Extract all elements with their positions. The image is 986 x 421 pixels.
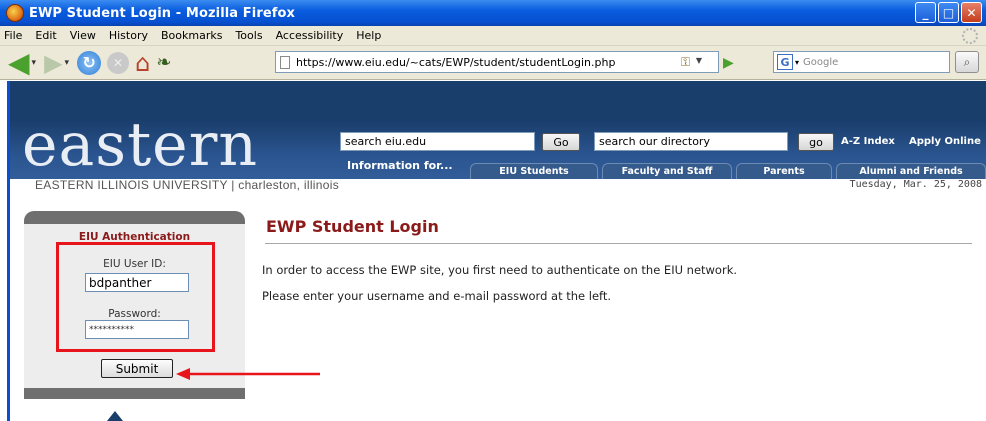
google-engine-icon[interactable]: G [777,54,793,70]
highlight-box [56,242,215,352]
menu-history[interactable]: History [109,29,148,42]
menu-bar: File Edit View History Bookmarks Tools A… [0,26,986,46]
apply-online-link[interactable]: Apply Online [909,136,981,147]
go-arrow-icon[interactable]: ▶ [723,55,734,71]
page-title: EWP Student Login [266,217,439,236]
stop-icon[interactable]: ✕ [107,51,130,74]
menu-tools[interactable]: Tools [235,29,262,42]
scroll-up-triangle-icon[interactable] [107,411,123,421]
tab-parents[interactable]: Parents [736,163,832,179]
menu-view[interactable]: View [70,29,96,42]
forward-arrow-icon[interactable]: ▶ [44,49,62,77]
menu-file[interactable]: File [4,29,22,42]
instruction-line-1: In order to access the EWP site, you fir… [262,263,738,277]
tab-eiu-students[interactable]: EIU Students [470,163,598,179]
university-line: EASTERN ILLINOIS UNIVERSITY | charleston… [35,178,339,192]
tab-alumni-friends[interactable]: Alumni and Friends [836,163,986,179]
maximize-button[interactable]: □ [938,2,959,23]
search-directory-input[interactable]: search our directory [594,132,788,151]
submit-button[interactable]: Submit [101,359,173,378]
back-dropdown-icon[interactable]: ▾ [32,58,37,68]
menu-help[interactable]: Help [356,29,381,42]
instruction-line-2: Please enter your username and e-mail pa… [262,289,612,303]
leaf-icon[interactable]: ❧ [156,50,171,76]
go-button[interactable]: Go [542,133,580,151]
engine-dropdown-icon[interactable]: ▾ [795,58,799,67]
firefox-icon [6,4,24,22]
az-index-link[interactable]: A-Z Index [841,136,895,147]
panel-top-bar [24,211,245,224]
throbber-icon [962,28,978,44]
url-dropdown-icon[interactable]: ▼ [696,56,702,65]
panel-bottom-bar [24,388,245,399]
back-arrow-icon[interactable]: ◀ [8,46,30,79]
window-controls: _ □ ✕ [915,2,982,23]
minimize-button[interactable]: _ [915,2,936,23]
menu-bookmarks[interactable]: Bookmarks [161,29,222,42]
menu-accessibility[interactable]: Accessibility [276,29,344,42]
information-for-label: Information for... [347,159,453,172]
url-bar[interactable]: https://www.eiu.edu/~cats/EWP/student/st… [275,51,719,73]
lock-icon[interactable]: ⚿ [681,55,690,70]
url-text[interactable]: https://www.eiu.edu/~cats/EWP/student/st… [296,56,615,69]
tab-faculty-staff[interactable]: Faculty and Staff [602,163,732,179]
window-titlebar: EWP Student Login - Mozilla Firefox _ □ … [0,0,986,26]
page-icon [280,55,290,69]
reload-icon[interactable]: ↻ [77,50,102,75]
home-icon[interactable]: ⌂ [135,49,150,77]
pointer-arrow-icon [176,368,320,380]
heading-divider [265,243,972,244]
navigation-toolbar: ◀ ▾ ▶ ▾ ↻ ✕ ⌂ ❧ https://www.eiu.edu/~cat… [0,46,986,80]
magnifier-icon[interactable]: ⌕ [955,51,979,73]
search-placeholder[interactable]: Google [803,57,838,68]
date-text: Tuesday, Mar. 25, 2008 [849,179,982,190]
menu-edit[interactable]: Edit [35,29,56,42]
search-bar[interactable]: G ▾ Google [773,51,950,73]
window-title: EWP Student Login - Mozilla Firefox [29,5,296,21]
eastern-wordmark[interactable]: eastern [22,115,258,175]
forward-dropdown-icon[interactable]: ▾ [65,58,70,68]
go-directory-button[interactable]: go [798,133,834,151]
search-eiu-input[interactable]: search eiu.edu [340,132,535,151]
close-button[interactable]: ✕ [961,2,982,23]
